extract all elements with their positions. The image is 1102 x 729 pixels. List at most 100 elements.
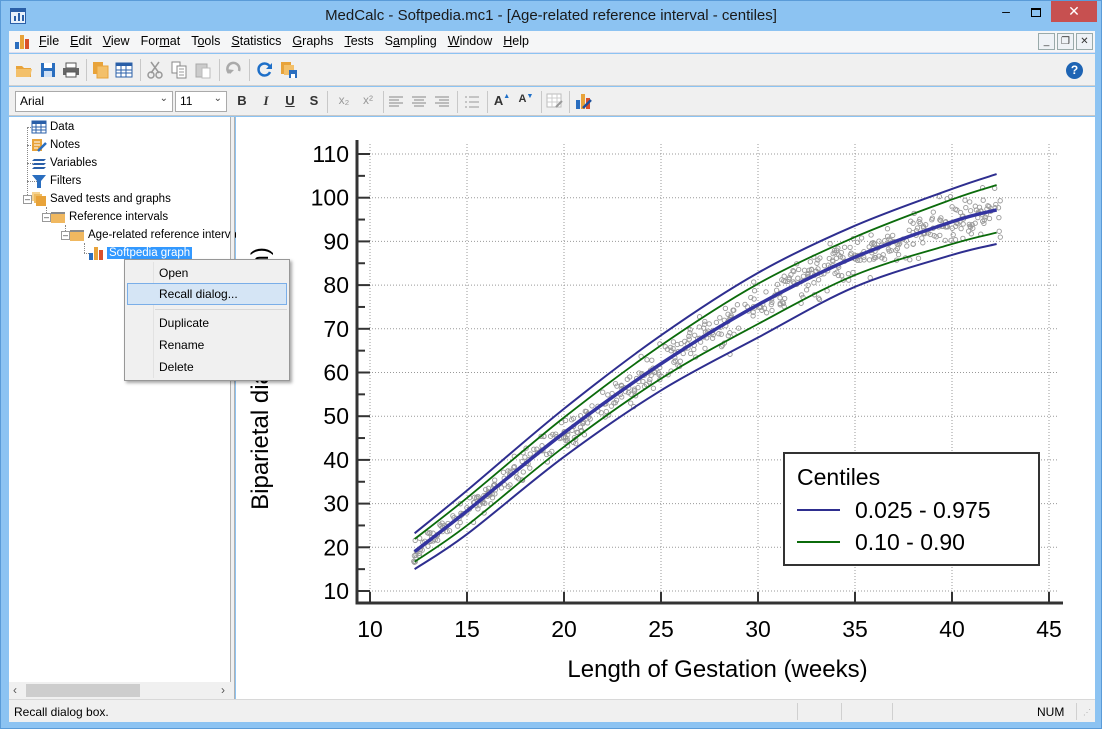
data-point — [769, 307, 775, 314]
tree-item-data[interactable]: Data — [31, 119, 74, 135]
x-tick-label: 10 — [357, 616, 383, 642]
menu-sampling[interactable]: Sampling — [385, 34, 437, 48]
tree-item-age-related-reference-interval[interactable]: Age-related reference interval — [69, 227, 240, 243]
tree-item-variables[interactable]: Variables — [31, 155, 97, 171]
refresh-icon[interactable] — [256, 61, 274, 79]
menu-view[interactable]: View — [103, 34, 130, 48]
down-arrow-icon: ▼ — [526, 93, 534, 100]
x-axis-title: Length of Gestation (weeks) — [567, 656, 867, 683]
tree-item-notes[interactable]: Notes — [31, 137, 80, 153]
paste-icon[interactable] — [194, 61, 212, 79]
grow-font-button[interactable]: A▲ — [493, 93, 511, 108]
data-point — [914, 225, 921, 231]
bullet-list-icon[interactable] — [463, 93, 481, 111]
pane-splitter[interactable] — [231, 117, 235, 699]
data-point — [890, 232, 896, 239]
tree-item-label: Notes — [50, 139, 81, 151]
cut-icon[interactable] — [146, 61, 164, 79]
tree-line — [27, 127, 28, 201]
strikethrough-button[interactable]: S — [305, 93, 323, 108]
copy-sheets-icon[interactable] — [92, 61, 110, 79]
print-icon[interactable] — [62, 61, 80, 79]
tree-horizontal-scrollbar[interactable]: ‹ › — [9, 682, 231, 699]
menu-tests[interactable]: Tests — [344, 34, 373, 48]
maximize-button[interactable] — [1021, 1, 1051, 22]
toolbar-separator — [569, 91, 570, 113]
italic-button[interactable]: I — [257, 93, 275, 109]
menu-file[interactable]: File — [39, 34, 59, 48]
menu-item-open[interactable]: Open — [127, 262, 287, 284]
save-icon[interactable] — [39, 61, 57, 79]
mdi-close-button[interactable]: ✕ — [1076, 33, 1093, 50]
data-point — [997, 198, 1003, 204]
toolbar-separator — [140, 59, 141, 81]
bold-button[interactable]: B — [233, 93, 251, 108]
font-size-value: 11 — [180, 94, 193, 108]
mdi-minimize-button[interactable]: _ — [1038, 33, 1055, 50]
data-point — [677, 358, 683, 364]
status-message: Recall dialog box. — [14, 705, 109, 719]
shrink-font-button[interactable]: A▼ — [517, 93, 535, 105]
font-size-select[interactable]: 11 ⌄ — [175, 91, 227, 112]
tree-item-reference-intervals[interactable]: Reference intervals — [50, 209, 168, 225]
tree-item-filters[interactable]: Filters — [31, 173, 81, 189]
status-divider — [841, 703, 842, 720]
menu-edit[interactable]: Edit — [70, 34, 92, 48]
mdi-restore-button[interactable]: ❐ — [1057, 33, 1074, 50]
app-window: MedCalc - Softpedia.mc1 - [Age-related r… — [0, 0, 1102, 729]
align-center-icon[interactable] — [410, 93, 428, 111]
shrink-font-label: A — [518, 93, 527, 105]
y-tick-label: 110 — [312, 141, 349, 167]
scrollbar-thumb[interactable] — [26, 684, 140, 697]
mdi-controls: _ ❐ ✕ — [1036, 33, 1093, 50]
table-properties-icon[interactable] — [546, 92, 564, 110]
menu-format[interactable]: Format — [141, 34, 181, 48]
open-folder-icon[interactable] — [15, 61, 33, 79]
superscript-button[interactable]: x² — [359, 93, 377, 107]
help-icon[interactable]: ? — [1066, 62, 1083, 79]
y-tick-label: 20 — [323, 534, 349, 560]
menu-statistics[interactable]: Statistics — [231, 34, 281, 48]
notes-icon — [32, 138, 47, 152]
menu-item-duplicate[interactable]: Duplicate — [127, 312, 287, 334]
minimize-button[interactable]: – — [991, 1, 1021, 22]
data-point — [845, 271, 852, 277]
spreadsheet-icon[interactable] — [115, 61, 133, 79]
data-point — [584, 420, 591, 426]
child-window-icon[interactable] — [15, 35, 29, 49]
tree-item-saved-tests[interactable]: Saved tests and graphs — [31, 191, 171, 207]
menu-item-delete[interactable]: Delete — [127, 356, 287, 378]
scroll-right-icon[interactable]: › — [221, 682, 225, 699]
menu-item-rename[interactable]: Rename — [127, 334, 287, 356]
font-family-select[interactable]: Arial ⌄ — [15, 91, 173, 112]
align-left-icon[interactable] — [387, 93, 405, 111]
menu-help[interactable]: Help — [503, 34, 529, 48]
menu-tools[interactable]: Tools — [191, 34, 220, 48]
data-point — [735, 325, 742, 331]
close-button[interactable]: ✕ — [1051, 1, 1097, 22]
scroll-left-icon[interactable]: ‹ — [13, 682, 17, 699]
data-point — [734, 302, 741, 308]
x-tick-label: 15 — [454, 616, 480, 642]
save-copy-icon[interactable] — [280, 61, 298, 79]
menu-graphs[interactable]: Graphs — [292, 34, 333, 48]
copy-icon[interactable] — [170, 61, 188, 79]
resize-grip-icon[interactable]: ⋰ — [1083, 708, 1091, 717]
menu-items: File Edit View Format Tools Statistics Graphs T… — [39, 34, 540, 48]
data-point — [952, 237, 959, 243]
menu-window[interactable]: Window — [448, 34, 492, 48]
graph-properties-icon[interactable] — [575, 92, 593, 110]
undo-icon[interactable] — [225, 61, 243, 79]
data-point — [919, 235, 925, 241]
data-point — [948, 237, 954, 244]
data-point — [963, 204, 969, 211]
align-right-icon[interactable] — [433, 93, 451, 111]
data-point — [882, 238, 888, 244]
data-point — [717, 315, 723, 321]
subscript-button[interactable]: x₂ — [335, 93, 353, 107]
menu-item-recall-dialog[interactable]: Recall dialog... — [127, 283, 287, 305]
data-point — [713, 319, 720, 326]
data-point — [841, 244, 848, 250]
y-tick-label: 70 — [323, 316, 349, 342]
underline-button[interactable]: U — [281, 93, 299, 108]
